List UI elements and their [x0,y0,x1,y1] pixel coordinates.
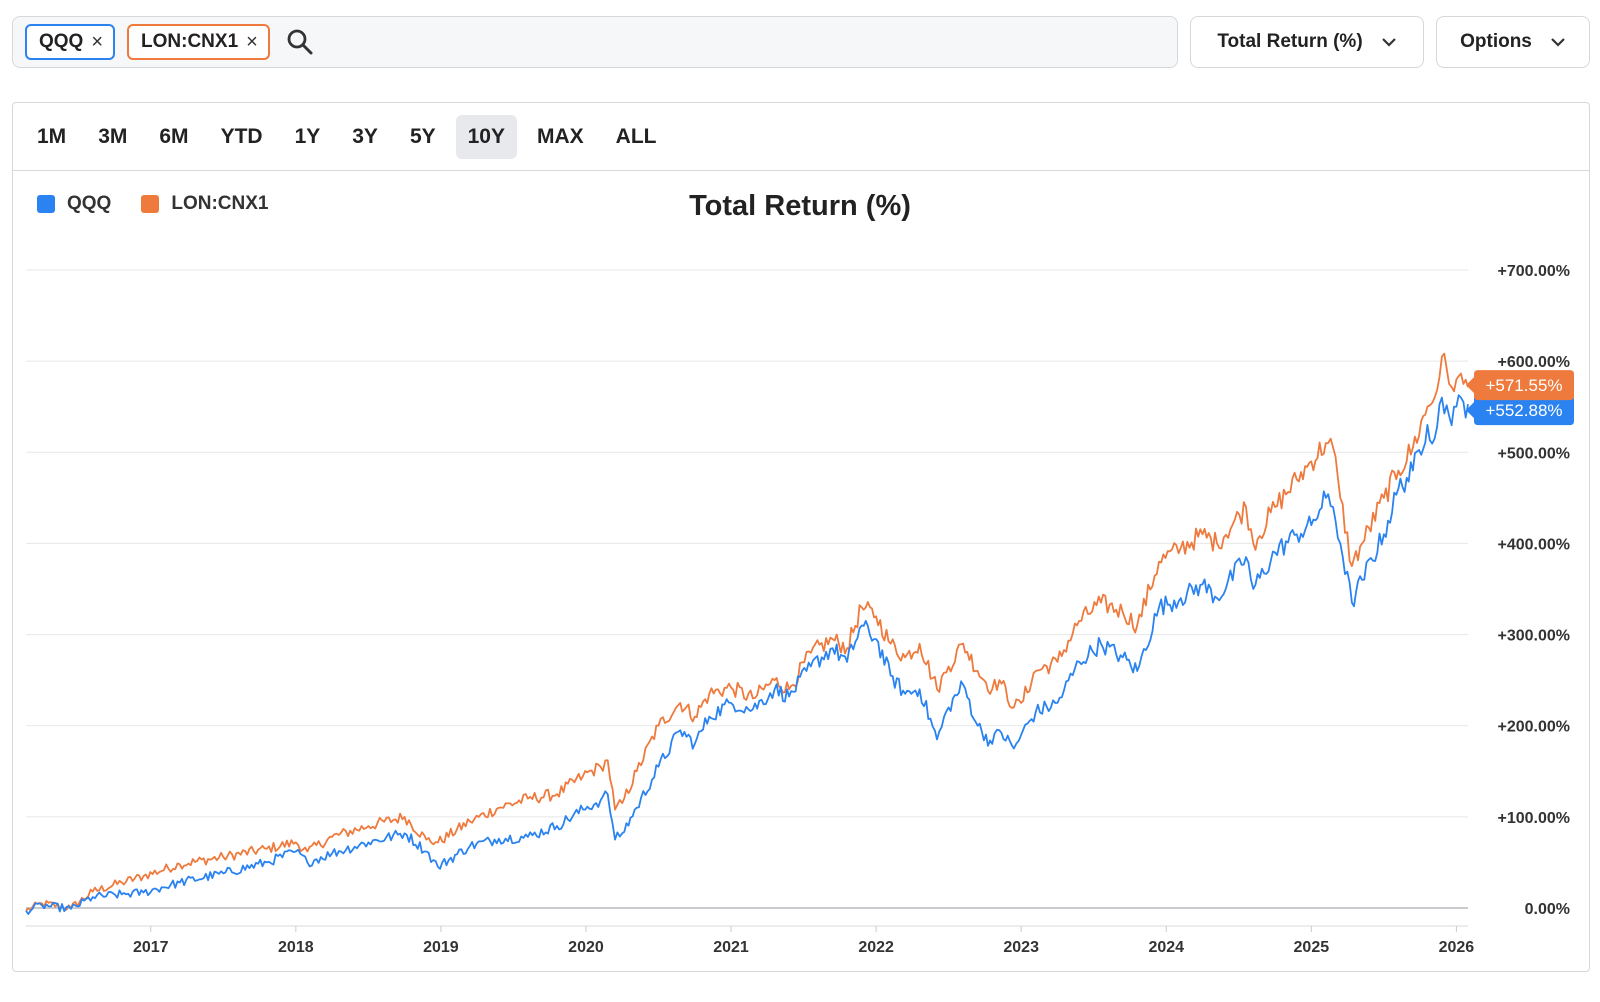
x-tick-label: 2020 [568,939,604,956]
x-tick-label: 2024 [1148,939,1184,956]
y-tick-label: +700.00% [1497,263,1570,280]
y-tick-label: 0.00% [1525,901,1570,918]
y-tick-label: +100.00% [1497,810,1570,827]
last-value-label: +571.55% [1485,376,1562,395]
y-tick-label: +500.00% [1497,445,1570,462]
y-tick-label: +600.00% [1497,354,1570,371]
x-tick-label: 2023 [1003,939,1039,956]
series-line-qqq [25,394,1469,915]
x-tick-label: 2017 [133,939,169,956]
y-tick-label: +400.00% [1497,536,1570,553]
x-tick-label: 2018 [278,939,314,956]
last-value-label: +552.88% [1485,401,1562,420]
x-tick-label: 2026 [1439,939,1475,956]
y-tick-label: +300.00% [1497,628,1570,645]
x-tick-label: 2022 [858,939,894,956]
x-tick-label: 2025 [1294,939,1330,956]
series-line-loncnx1 [25,352,1469,912]
line-chart: +700.00% +600.00% +500.00% +400.00% +300.00%… [25,263,1574,956]
y-tick-label: +200.00% [1497,719,1570,736]
x-tick-label: 2021 [713,939,749,956]
last-value-badge: +571.55% [1466,370,1574,401]
x-tick-label: 2019 [423,939,459,956]
